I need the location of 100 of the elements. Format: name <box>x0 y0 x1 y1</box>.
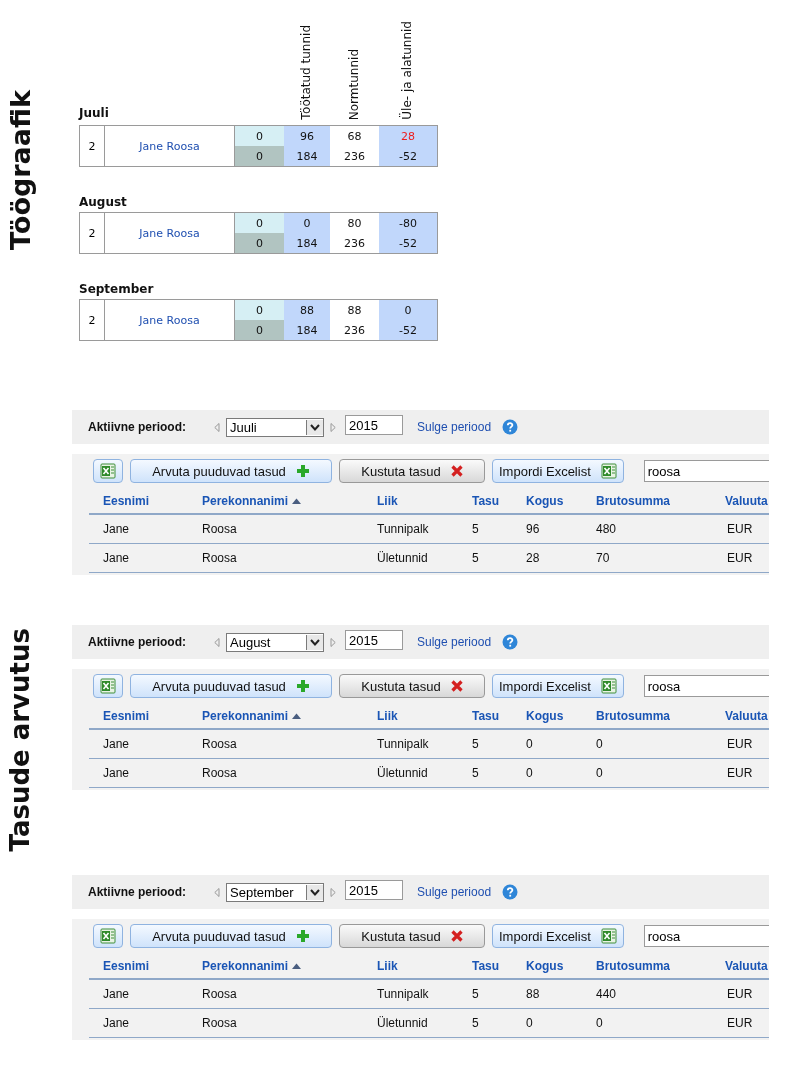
period-label: Aktiivne periood: <box>88 885 187 899</box>
close-icon <box>450 680 463 692</box>
left-arrow-icon <box>214 887 220 897</box>
right-arrow-icon <box>330 422 336 432</box>
table-cell-text: Roosa <box>201 551 238 565</box>
table-cell-text: 0 <box>595 737 604 751</box>
column-header[interactable]: Kogus <box>512 959 582 973</box>
column-header[interactable]: Perekonnanimi <box>188 709 363 723</box>
column-header[interactable]: Brutosumma <box>582 494 713 508</box>
table-cell-text: 0 <box>525 737 534 751</box>
right-arrow-icon <box>330 887 336 897</box>
year-field[interactable]: 2015 <box>345 415 403 435</box>
left-arrow-icon <box>214 422 220 432</box>
table-cell: 2 <box>80 213 105 253</box>
help-icon <box>502 634 519 650</box>
table-cell: 2 <box>80 300 105 340</box>
column-header[interactable]: Eesnimi <box>89 494 188 508</box>
search-field[interactable]: roosa <box>643 675 769 697</box>
month-dropdown[interactable]: Juuli <box>226 417 324 437</box>
column-header[interactable]: Liik <box>363 709 458 723</box>
close-period-link[interactable]: Sulge periood <box>417 635 492 649</box>
spreadsheet-icon <box>100 928 116 944</box>
calculate-button[interactable]: Arvuta puuduvad tasud <box>130 674 332 698</box>
column-header[interactable]: Tasu <box>458 494 512 508</box>
table-cell: 184 <box>284 233 330 253</box>
table-cell-text: Jane <box>102 1016 131 1030</box>
table-cell-text: Tunnipalk <box>376 987 430 1001</box>
table-cell-text: Jane <box>102 737 131 751</box>
export-excel-button[interactable] <box>93 459 123 483</box>
table-cell-text: 0 <box>595 766 604 780</box>
import-button[interactable]: Impordi Excelist <box>492 459 624 483</box>
month-dropdown[interactable]: September <box>226 882 324 902</box>
column-header[interactable]: Valuuta <box>713 494 783 508</box>
search-field[interactable]: roosa <box>643 925 769 947</box>
table-cell-text: 0 <box>595 1016 604 1030</box>
column-header[interactable]: Brutosumma <box>582 959 713 973</box>
close-period-link[interactable]: Sulge periood <box>417 885 492 899</box>
column-header[interactable]: Eesnimi <box>89 959 188 973</box>
table-cell-text: 5 <box>471 987 480 1001</box>
column-header[interactable]: Eesnimi <box>89 709 188 723</box>
month-label: August <box>79 195 127 209</box>
import-button[interactable]: Impordi Excelist <box>492 924 624 948</box>
table-cell-text: 0 <box>525 766 534 780</box>
export-excel-button[interactable] <box>93 924 123 948</box>
column-header: Töötatud tunnid <box>299 25 313 120</box>
column-header[interactable]: Valuuta <box>713 709 783 723</box>
chevron-down-icon <box>310 888 320 896</box>
column-header[interactable]: Liik <box>363 959 458 973</box>
left-arrow-icon <box>214 637 220 647</box>
delete-button[interactable]: Kustuta tasud <box>339 674 485 698</box>
close-period-link[interactable]: Sulge periood <box>417 420 492 434</box>
column-header[interactable]: Kogus <box>512 494 582 508</box>
column-header[interactable]: Tasu <box>458 709 512 723</box>
section-title: Tasude arvutus <box>4 628 36 852</box>
month-dropdown[interactable]: August <box>226 632 324 652</box>
column-header[interactable]: Liik <box>363 494 458 508</box>
column-header[interactable]: Perekonnanimi <box>188 494 363 508</box>
table-cell-text: EUR <box>726 766 754 780</box>
sort-up-icon <box>292 498 302 504</box>
table-cell: 0 <box>235 146 284 166</box>
close-icon <box>450 930 463 942</box>
column-header[interactable]: Brutosumma <box>582 709 713 723</box>
sort-up-icon <box>292 713 302 719</box>
plus-icon <box>295 929 310 943</box>
table-cell-text: Jane <box>102 551 131 565</box>
year-field[interactable]: 2015 <box>345 630 403 650</box>
export-excel-button[interactable] <box>93 674 123 698</box>
table-cell-text: 28 <box>525 551 541 565</box>
column-header[interactable]: Tasu <box>458 959 512 973</box>
table-cell-text: EUR <box>726 522 754 536</box>
import-button[interactable]: Impordi Excelist <box>492 674 624 698</box>
delete-button[interactable]: Kustuta tasud <box>339 459 485 483</box>
month-label: September <box>79 282 154 296</box>
delete-button[interactable]: Kustuta tasud <box>339 924 485 948</box>
table-cell: 0 <box>235 320 284 340</box>
calculate-button[interactable]: Arvuta puuduvad tasud <box>130 459 332 483</box>
column-header[interactable]: Kogus <box>512 709 582 723</box>
year-field[interactable]: 2015 <box>345 880 403 900</box>
help-icon <box>502 884 519 900</box>
table-cell-text: 5 <box>471 551 480 565</box>
month-label: Juuli <box>79 106 109 120</box>
table-cell-text: Roosa <box>201 766 238 780</box>
table-cell: 0 <box>235 126 284 146</box>
spreadsheet-icon <box>100 463 116 479</box>
table-cell-text: EUR <box>726 1016 754 1030</box>
table-cell: 0 <box>235 300 284 320</box>
calculate-button[interactable]: Arvuta puuduvad tasud <box>130 924 332 948</box>
table-cell-text: 5 <box>471 766 480 780</box>
table-cell: 96 <box>284 126 330 146</box>
table-cell-text: 480 <box>595 522 618 536</box>
spreadsheet-icon <box>600 928 617 944</box>
table-cell-text: 5 <box>471 522 480 536</box>
column-header[interactable]: Valuuta <box>713 959 783 973</box>
table-cell: 88 <box>284 300 330 320</box>
period-label: Aktiivne periood: <box>88 635 187 649</box>
column-header[interactable]: Perekonnanimi <box>188 959 363 973</box>
plus-icon <box>295 679 310 693</box>
table-cell: 2 <box>80 126 105 166</box>
search-field[interactable]: roosa <box>643 460 769 482</box>
close-icon <box>450 465 463 477</box>
